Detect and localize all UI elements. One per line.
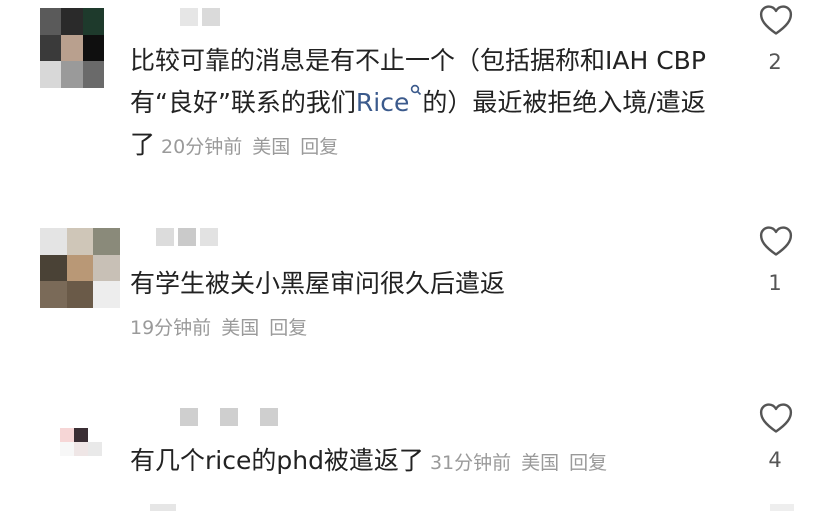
avatar-mosaic-cell bbox=[93, 254, 120, 282]
comment-body: 有学生被关小黑屋审问很久后遣返 bbox=[130, 269, 506, 298]
avatar-mosaic-cell bbox=[60, 442, 74, 456]
avatar-mosaic-cell bbox=[40, 254, 67, 282]
avatar-mosaic-cell bbox=[74, 456, 88, 470]
comment-meta: 20分钟前 美国 回复 bbox=[161, 136, 338, 158]
username-mosaic-cell bbox=[156, 228, 174, 246]
avatar-mosaic-cell bbox=[60, 456, 74, 470]
avatar[interactable] bbox=[40, 228, 120, 308]
avatar-mosaic-cell bbox=[61, 8, 83, 35]
avatar-mosaic-cell bbox=[82, 8, 104, 35]
like-count: 1 bbox=[768, 271, 782, 295]
avatar-mosaic-cell bbox=[93, 281, 120, 308]
comment-text[interactable]: 有学生被关小黑屋审问很久后遣返 19分钟前 美国 回复 bbox=[130, 263, 730, 349]
avatar-mosaic-cell bbox=[61, 61, 83, 88]
search-icon bbox=[411, 84, 422, 96]
avatar-mosaic-cell bbox=[40, 281, 67, 308]
comment-time: 31分钟前 bbox=[429, 452, 512, 474]
avatar-mosaic-cell bbox=[88, 456, 102, 470]
rice-link-text: Rice bbox=[355, 88, 410, 117]
avatar-mosaic-cell bbox=[66, 228, 94, 255]
heart-outline-icon bbox=[759, 5, 793, 35]
avatar-mosaic-cell bbox=[74, 428, 88, 442]
heart-outline-icon bbox=[759, 403, 793, 433]
avatar-mosaic-cell bbox=[60, 428, 74, 442]
like-button[interactable] bbox=[758, 4, 794, 36]
avatar-mosaic-cell bbox=[88, 442, 102, 456]
heart-outline-icon bbox=[759, 226, 793, 256]
avatar-mosaic-cell bbox=[66, 254, 94, 282]
avatar-mosaic-cell bbox=[93, 228, 120, 255]
username-mosaic-cell bbox=[200, 228, 218, 246]
avatar[interactable] bbox=[40, 8, 104, 88]
comment-body: 有几个rice的phd被遣返了 bbox=[130, 446, 424, 475]
username-mosaic-cell bbox=[220, 408, 238, 426]
avatar-mosaic-cell bbox=[74, 442, 88, 456]
like-button[interactable] bbox=[758, 225, 794, 257]
avatar-mosaic-cell bbox=[40, 61, 62, 88]
comment-location: 美国 bbox=[252, 136, 291, 158]
avatar-mosaic-cell bbox=[82, 61, 104, 88]
comment-meta: 31分钟前 美国 回复 bbox=[430, 452, 607, 474]
comment-meta: 19分钟前 美国 回复 bbox=[130, 317, 307, 339]
next-comment-preview bbox=[150, 504, 176, 511]
username-mosaic-cell bbox=[202, 8, 220, 26]
username-blurred[interactable] bbox=[180, 408, 278, 426]
avatar[interactable] bbox=[60, 428, 102, 470]
reply-button[interactable]: 回复 bbox=[300, 136, 338, 158]
avatar-mosaic-cell bbox=[88, 428, 102, 442]
comment-time: 20分钟前 bbox=[161, 136, 243, 158]
next-comment-preview-2 bbox=[770, 504, 794, 511]
avatar-mosaic-cell bbox=[40, 228, 67, 255]
username-mosaic-cell bbox=[180, 408, 198, 426]
like-count: 2 bbox=[768, 50, 782, 74]
avatar-mosaic-cell bbox=[61, 34, 83, 62]
avatar-mosaic-cell bbox=[40, 8, 62, 35]
reply-button[interactable]: 回复 bbox=[569, 452, 607, 474]
comment-location: 美国 bbox=[221, 317, 260, 339]
avatar-mosaic-cell bbox=[82, 34, 104, 62]
comment-text[interactable]: 比较可靠的消息是有不止一个（包括据称和IAH CBP有“良好”联系的我们Rice… bbox=[130, 40, 730, 168]
username-blurred[interactable] bbox=[180, 8, 220, 26]
username-blurred[interactable] bbox=[156, 228, 218, 246]
comment-text[interactable]: 有几个rice的phd被遣返了 31分钟前 美国 回复 bbox=[130, 440, 750, 484]
like-count: 4 bbox=[768, 448, 782, 472]
avatar-mosaic-cell bbox=[40, 34, 62, 62]
username-mosaic-cell bbox=[180, 8, 198, 26]
avatar-mosaic-cell bbox=[66, 281, 94, 308]
comment-time: 19分钟前 bbox=[130, 317, 212, 339]
username-mosaic-cell bbox=[260, 408, 278, 426]
like-button[interactable] bbox=[758, 402, 794, 434]
reply-button[interactable]: 回复 bbox=[269, 317, 307, 339]
username-mosaic-cell bbox=[178, 228, 196, 246]
comment-location: 美国 bbox=[521, 452, 560, 474]
rice-link[interactable]: Rice bbox=[355, 84, 422, 117]
